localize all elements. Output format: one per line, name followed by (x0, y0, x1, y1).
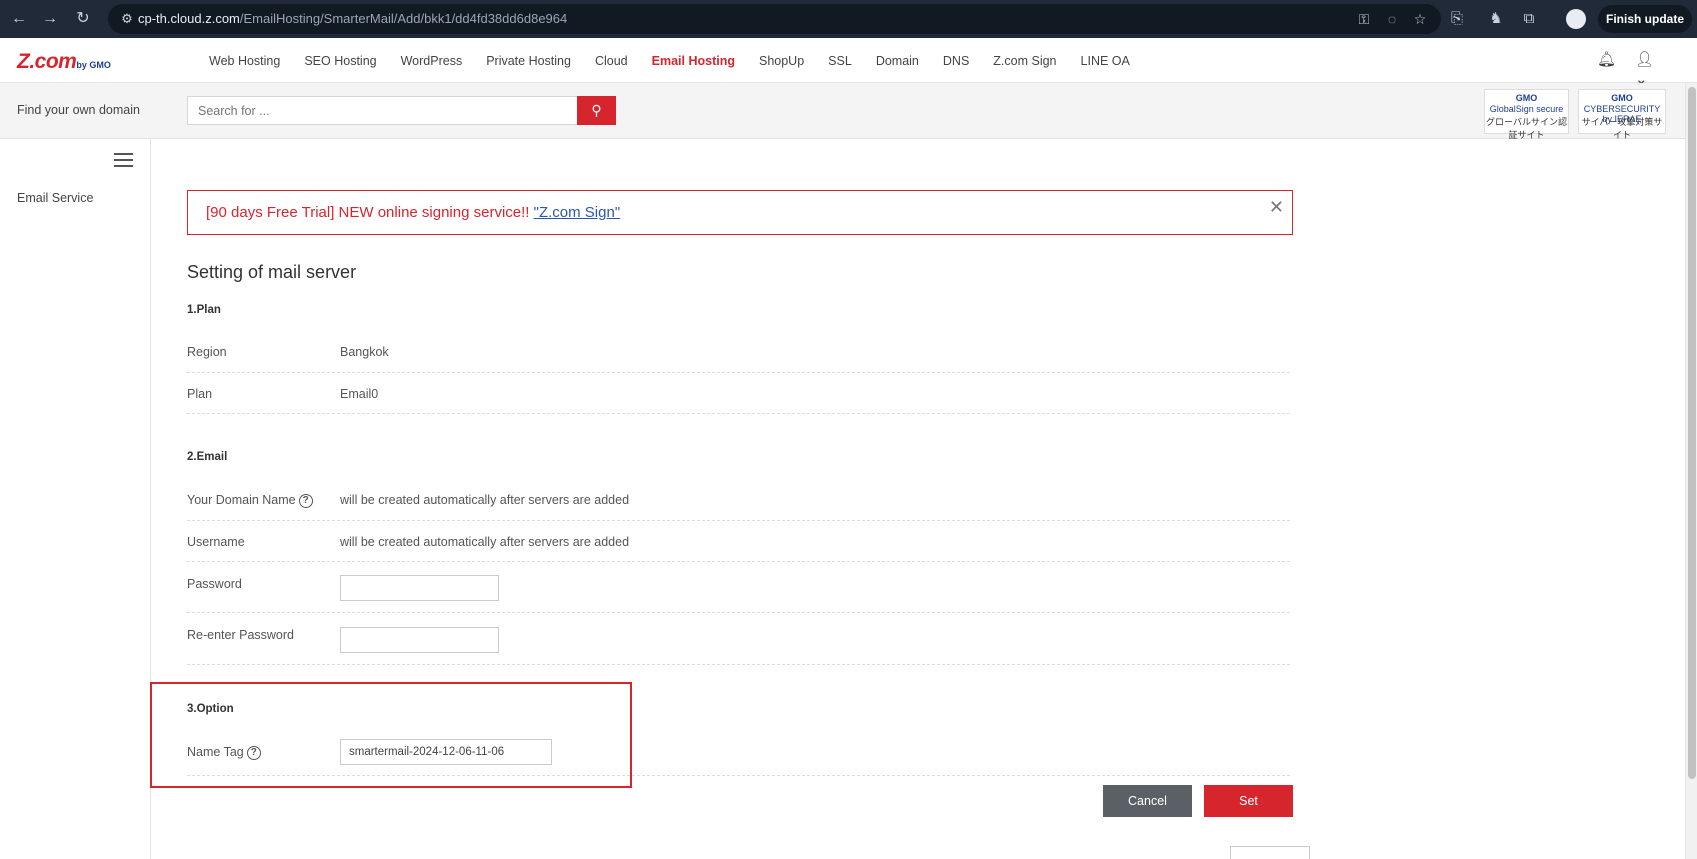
domain-search-label: Find your own domain (17, 103, 140, 117)
promo-alert: [90 days Free Trial] NEW online signing … (187, 190, 1293, 235)
help-icon[interactable]: ? (298, 494, 313, 508)
divider (187, 372, 1290, 373)
menu-email-hosting[interactable]: Email Hosting (652, 54, 735, 68)
domain-name-value: will be created automatically after serv… (340, 493, 630, 507)
menu-ssl[interactable]: SSL (828, 54, 852, 68)
search-icon[interactable]: ⚲ (577, 96, 616, 125)
forward-icon[interactable]: → (40, 9, 60, 29)
domain-search-bar: Find your own domain ⚲ GMO GlobalSign se… (0, 83, 1697, 140)
plan-value: Email0 (340, 387, 379, 401)
back-icon[interactable]: ← (9, 9, 29, 29)
page-title: Setting of mail server (187, 262, 357, 282)
menu-wordpress[interactable]: WordPress (401, 54, 463, 68)
extension-badge-icon[interactable]: ♞ (1486, 9, 1506, 29)
divider (187, 520, 1290, 521)
partial-button[interactable] (1230, 846, 1310, 859)
site-header: Z.comby GMO Web Hosting SEO Hosting Word… (0, 38, 1697, 88)
bell-icon[interactable]: 🔔︎ (1597, 51, 1616, 69)
main-menu: Web Hosting SEO Hosting WordPress Privat… (209, 38, 1154, 83)
hamburger-menu-icon[interactable] (114, 153, 133, 167)
divider (187, 664, 1290, 665)
menu-shopup[interactable]: ShopUp (759, 54, 804, 68)
ierae-seal[interactable]: GMO CYBERSECURITY by IERAE サイバー攻撃対策サイト (1578, 89, 1666, 140)
region-label: Region (187, 345, 227, 359)
email-section-heading: 2.Email (187, 451, 228, 463)
menu-private-hosting[interactable]: Private Hosting (486, 54, 571, 68)
menu-zcom-sign[interactable]: Z.com Sign (993, 54, 1056, 68)
domain-search-input[interactable] (187, 96, 578, 125)
sidebar-item-email-service[interactable]: Email Service (17, 191, 93, 205)
finish-update-button[interactable]: Finish update (1598, 5, 1692, 33)
translate-icon[interactable]: ⎘ (1447, 9, 1467, 29)
set-button[interactable]: Set (1204, 785, 1293, 817)
address-bar[interactable]: ⚙ cp-th.cloud.z.com/EmailHosting/Smarter… (108, 4, 1441, 34)
menu-cloud[interactable]: Cloud (595, 54, 628, 68)
site-info-icon[interactable]: ⚙ (118, 10, 136, 28)
browser-toolbar: ← → ↻ ⚙ cp-th.cloud.z.com/EmailHosting/S… (0, 0, 1697, 38)
star-icon[interactable]: ☆ (1411, 10, 1429, 28)
puzzle-icon[interactable]: ⧉ (1519, 9, 1539, 29)
divider (187, 413, 1290, 414)
username-value: will be created automatically after serv… (340, 535, 630, 549)
option-highlight-box (150, 682, 632, 788)
menu-dns[interactable]: DNS (943, 54, 969, 68)
user-menu-icon[interactable]: 👤︎ ⌄ (1635, 50, 1665, 88)
password-field[interactable] (340, 575, 499, 601)
profile-avatar[interactable] (1566, 9, 1586, 29)
menu-seo-hosting[interactable]: SEO Hosting (304, 54, 376, 68)
name-tag-label: Name Tag? (187, 745, 261, 760)
region-value: Bangkok (340, 345, 389, 359)
url-text[interactable]: cp-th.cloud.z.com/EmailHosting/SmarterMa… (138, 11, 567, 26)
zcom-sign-link[interactable]: "Z.com Sign" (534, 204, 621, 221)
help-icon[interactable]: ? (246, 746, 261, 760)
key-icon[interactable]: ⚿ (1355, 10, 1373, 28)
name-tag-field[interactable] (340, 739, 552, 765)
menu-web-hosting[interactable]: Web Hosting (209, 54, 280, 68)
scrollbar-thumb[interactable] (1688, 87, 1696, 779)
eye-slash-icon[interactable]: ◌ (1383, 10, 1401, 28)
menu-domain[interactable]: Domain (876, 54, 919, 68)
divider (187, 561, 1290, 562)
divider (187, 612, 1290, 613)
username-label: Username (187, 535, 245, 549)
divider (187, 775, 1290, 776)
promo-alert-text: [90 days Free Trial] NEW online signing … (206, 204, 621, 221)
scrollbar[interactable] (1685, 83, 1697, 859)
domain-name-label: Your Domain Name? (187, 493, 313, 508)
globalsign-seal[interactable]: GMO GlobalSign secure グローバルサイン認証サイト (1484, 89, 1569, 140)
reload-icon[interactable]: ↻ (73, 9, 93, 29)
password-label: Password (187, 577, 242, 591)
reenter-password-label: Re-enter Password (187, 628, 294, 642)
reenter-password-field[interactable] (340, 627, 499, 653)
option-section-heading: 3.Option (187, 703, 234, 715)
zcom-logo[interactable]: Z.comby GMO (17, 50, 111, 73)
plan-label: Plan (187, 387, 213, 401)
plan-section-heading: 1.Plan (187, 304, 221, 316)
sidebar: Email Service (0, 139, 151, 859)
cancel-button[interactable]: Cancel (1103, 785, 1192, 817)
menu-line-oa[interactable]: LINE OA (1081, 54, 1130, 68)
close-icon[interactable]: ✕ (1269, 197, 1284, 218)
